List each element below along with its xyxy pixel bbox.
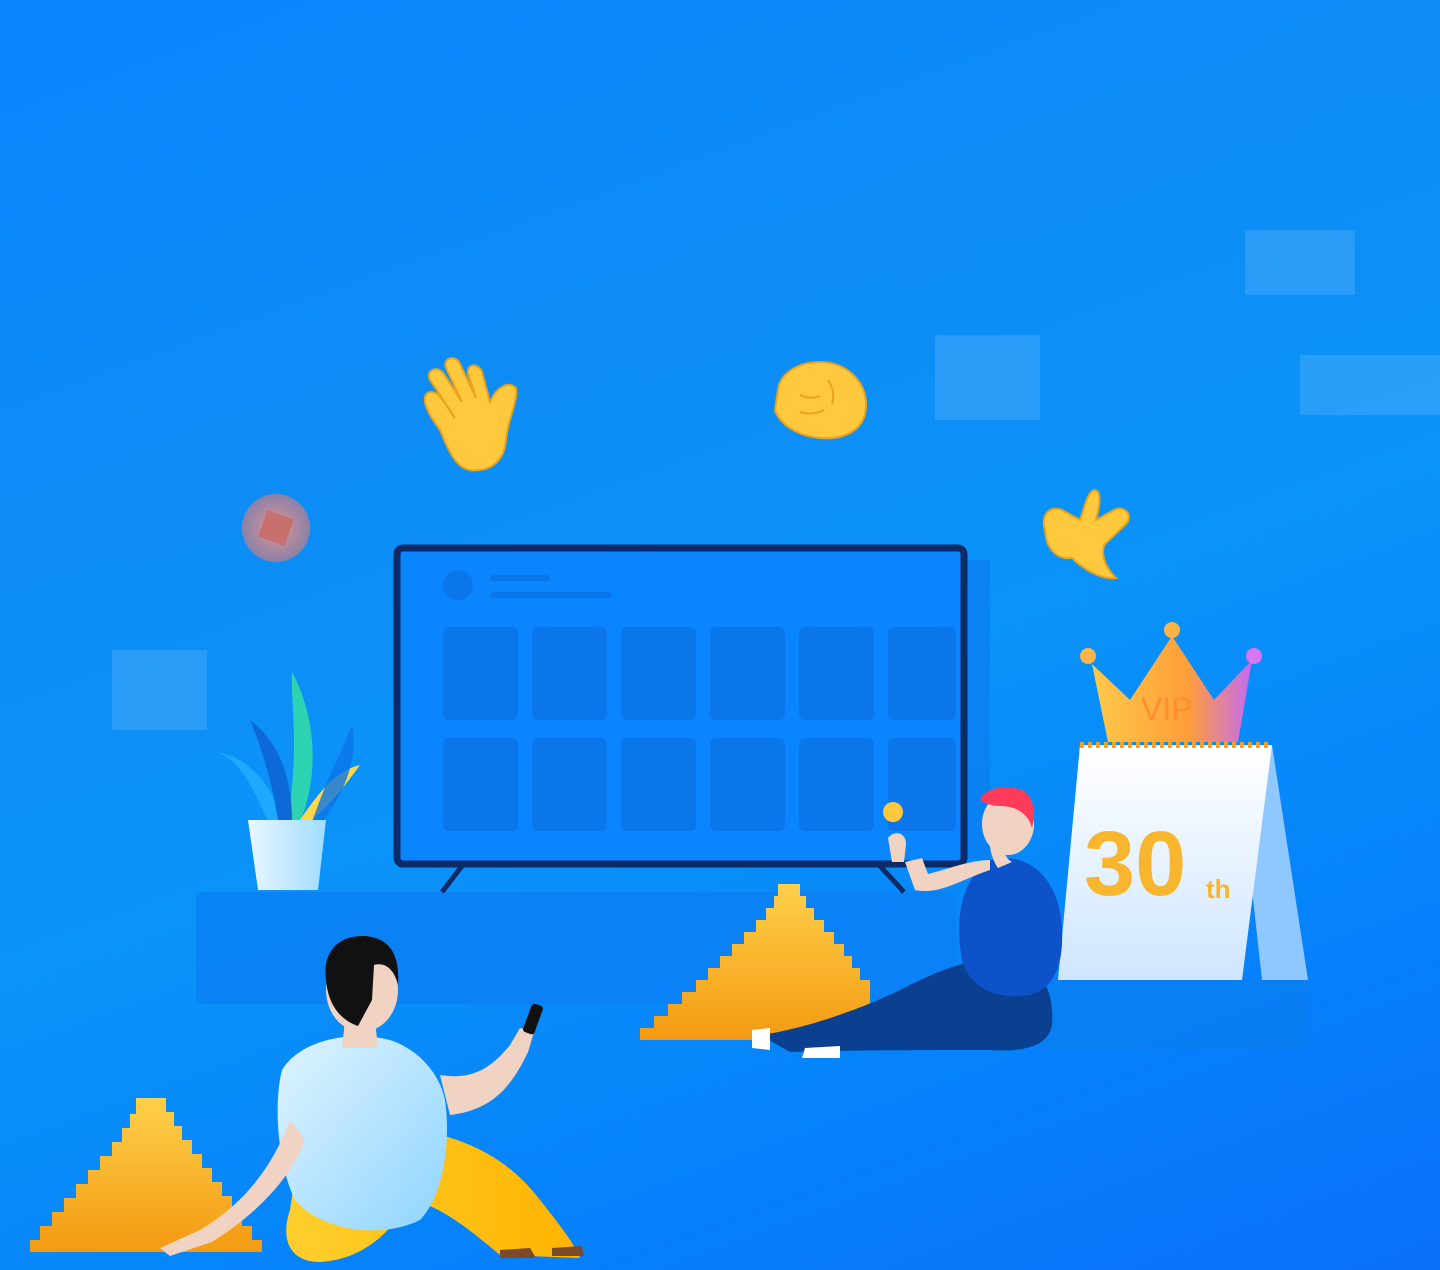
calendar-day-suffix: th xyxy=(1206,874,1231,904)
waving-hand-icon xyxy=(423,357,518,472)
potted-plant-icon xyxy=(216,672,360,890)
pink-orb-icon xyxy=(242,494,310,562)
call-me-hand-icon xyxy=(1042,488,1130,580)
vip-label: VIP xyxy=(1141,691,1193,727)
raised-fist-icon xyxy=(773,360,868,440)
illustration-svg: 30 th VIP xyxy=(30,230,1440,1262)
calendar-day-number: 30 xyxy=(1084,813,1186,915)
remote-control-icon xyxy=(523,1003,543,1035)
illustration-stage: 30 th VIP xyxy=(0,0,1440,1270)
vip-calendar: 30 th xyxy=(1042,742,1310,1050)
crown-icon: VIP xyxy=(1080,622,1262,742)
